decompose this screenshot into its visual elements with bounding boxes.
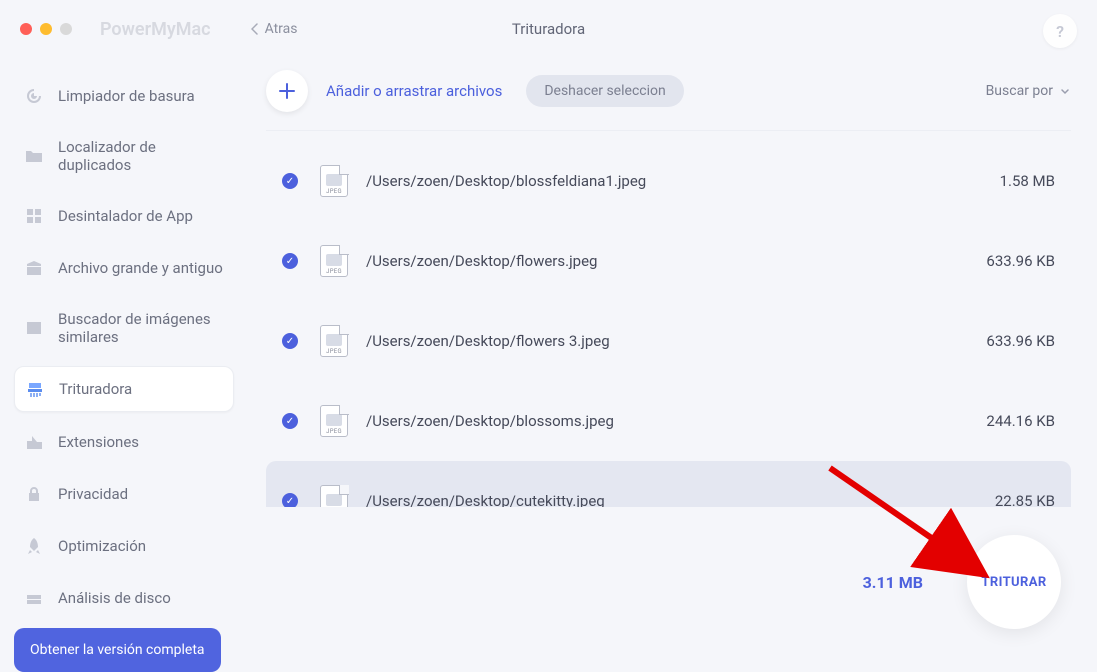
main-panel: Añadir o arrastrar archivos Deshacer sel…	[248, 58, 1097, 657]
file-row[interactable]: ✓ JPEG/Users/zoen/Desktop/flowers 3.jpeg 6…	[266, 301, 1071, 381]
shred-button[interactable]: TRITURAR	[967, 535, 1061, 629]
file-path: /Users/zoen/Desktop/blossoms.jpeg	[366, 412, 614, 430]
jpeg-file-icon: JPEG	[320, 245, 348, 277]
jpeg-file-icon: JPEG	[320, 485, 348, 507]
sidebar-item-label: Archivo grande y antiguo	[58, 259, 223, 277]
file-path: /Users/zoen/Desktop/blossfeldiana1.jpeg	[366, 172, 646, 190]
file-list: ✓ JPEG/Users/zoen/Desktop/blossfeldiana1.…	[266, 141, 1071, 507]
image-icon	[24, 318, 44, 338]
undo-selection-button[interactable]: Deshacer seleccion	[526, 75, 683, 107]
page-title: Trituradora	[512, 20, 585, 38]
get-full-version-button[interactable]: Obtener la versión completa	[14, 628, 221, 672]
file-size: 633.96 KB	[986, 332, 1055, 350]
sidebar-item-label: Privacidad	[58, 485, 128, 503]
sidebar-item-image[interactable]: Buscador de imágenes similares	[14, 298, 234, 358]
search-by-dropdown[interactable]: Buscar por	[986, 83, 1071, 99]
file-row[interactable]: ✓ JPEG/Users/zoen/Desktop/flowers.jpeg 633…	[266, 221, 1071, 301]
file-row[interactable]: ✓ JPEG/Users/zoen/Desktop/cutekitty.jpeg 2…	[266, 461, 1071, 507]
plus-icon	[277, 81, 297, 101]
sidebar-item-label: Extensiones	[58, 433, 139, 451]
radar-icon	[24, 86, 44, 106]
file-checkbox[interactable]: ✓	[282, 413, 298, 429]
chevron-left-icon	[251, 23, 259, 35]
sidebar-item-lock[interactable]: Privacidad	[14, 472, 234, 516]
total-size: 3.11 MB	[863, 573, 923, 592]
file-path: /Users/zoen/Desktop/flowers.jpeg	[366, 252, 597, 270]
sidebar: Limpiador de basura Localizador de duplic…	[0, 58, 248, 657]
toolbar: Añadir o arrastrar archivos Deshacer sel…	[266, 70, 1071, 112]
apps-icon	[24, 206, 44, 226]
file-checkbox[interactable]: ✓	[282, 253, 298, 269]
sidebar-item-extension[interactable]: Extensiones	[14, 420, 234, 464]
sidebar-item-label: Desintalador de App	[58, 207, 193, 225]
extension-icon	[24, 432, 44, 452]
file-path: /Users/zoen/Desktop/cutekitty.jpeg	[366, 492, 605, 507]
sidebar-item-label: Optimización	[58, 537, 146, 555]
sidebar-item-label: Análisis de disco	[58, 589, 171, 607]
titlebar: PowerMyMac Atras Trituradora ?	[0, 0, 1097, 58]
jpeg-file-icon: JPEG	[320, 325, 348, 357]
sidebar-item-label: Localizador de duplicados	[58, 138, 224, 174]
window-controls	[20, 23, 72, 35]
sidebar-item-shredder[interactable]: Trituradora	[14, 366, 234, 412]
jpeg-file-icon: JPEG	[320, 165, 348, 197]
shredder-icon	[25, 379, 45, 399]
back-label: Atras	[265, 21, 298, 37]
file-size: 244.16 KB	[986, 412, 1055, 430]
sidebar-item-disk[interactable]: Análisis de disco	[14, 576, 234, 620]
file-path: /Users/zoen/Desktop/flowers 3.jpeg	[366, 332, 610, 350]
minimize-window-button[interactable]	[40, 23, 52, 35]
file-size: 1.58 MB	[1000, 172, 1055, 190]
jpeg-file-icon: JPEG	[320, 405, 348, 437]
file-checkbox[interactable]: ✓	[282, 493, 298, 507]
sidebar-item-rocket[interactable]: Optimización	[14, 524, 234, 568]
file-row[interactable]: ✓ JPEG/Users/zoen/Desktop/blossoms.jpeg 24…	[266, 381, 1071, 461]
sidebar-item-apps[interactable]: Desintalador de App	[14, 194, 234, 238]
sidebar-item-label: Limpiador de basura	[58, 87, 195, 105]
sidebar-item-radar[interactable]: Limpiador de basura	[14, 74, 234, 118]
footer: 3.11 MB TRITURAR	[266, 507, 1071, 657]
file-row[interactable]: ✓ JPEG/Users/zoen/Desktop/blossfeldiana1.…	[266, 141, 1071, 221]
sidebar-item-box[interactable]: Archivo grande y antiguo	[14, 246, 234, 290]
search-by-label: Buscar por	[986, 83, 1053, 99]
back-button[interactable]: Atras	[251, 21, 298, 37]
add-files-button[interactable]	[266, 70, 308, 112]
divider	[266, 130, 1071, 131]
file-size: 22.85 KB	[995, 492, 1055, 507]
file-checkbox[interactable]: ✓	[282, 173, 298, 189]
maximize-window-button[interactable]	[60, 23, 72, 35]
sidebar-item-folder[interactable]: Localizador de duplicados	[14, 126, 234, 186]
disk-icon	[24, 588, 44, 608]
lock-icon	[24, 484, 44, 504]
chevron-down-icon	[1059, 85, 1071, 97]
file-size: 633.96 KB	[986, 252, 1055, 270]
add-files-label: Añadir o arrastrar archivos	[326, 82, 502, 100]
folder-icon	[24, 146, 44, 166]
close-window-button[interactable]	[20, 23, 32, 35]
sidebar-item-label: Trituradora	[59, 380, 132, 398]
rocket-icon	[24, 536, 44, 556]
help-button[interactable]: ?	[1043, 14, 1077, 48]
file-checkbox[interactable]: ✓	[282, 333, 298, 349]
app-name: PowerMyMac	[100, 19, 211, 40]
sidebar-item-label: Buscador de imágenes similares	[58, 310, 224, 346]
box-icon	[24, 258, 44, 278]
